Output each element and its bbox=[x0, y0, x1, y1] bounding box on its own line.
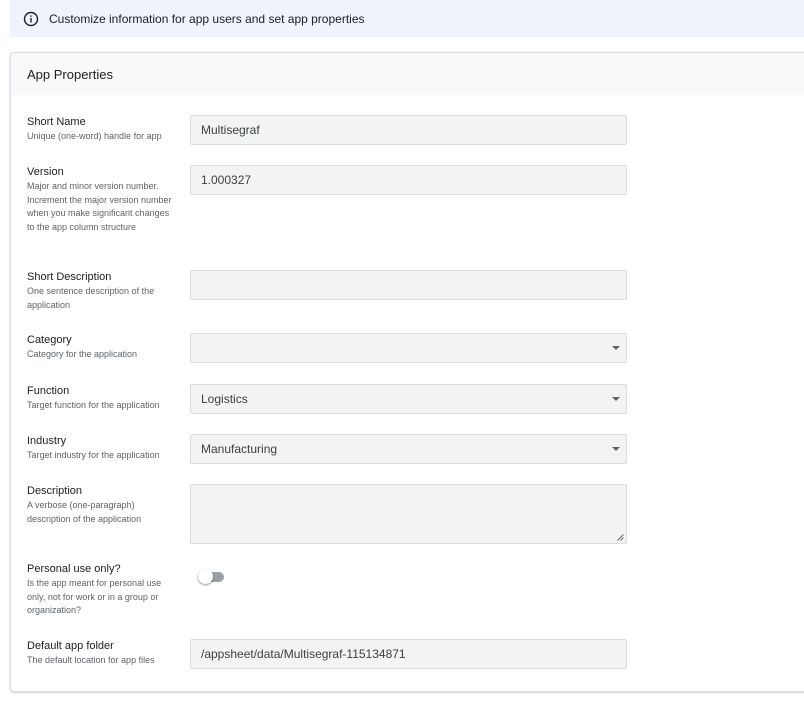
chevron-down-icon bbox=[612, 397, 620, 401]
version-label: Version bbox=[27, 166, 64, 178]
short-description-input[interactable] bbox=[190, 270, 627, 300]
category-description: Category for the application bbox=[27, 349, 138, 359]
info-banner: Customize information for app users and … bbox=[10, 0, 804, 37]
category-label: Category bbox=[27, 334, 72, 346]
personal-use-label: Personal use only? bbox=[27, 563, 121, 575]
personal-use-description: Is the app meant for personal use only, … bbox=[27, 578, 162, 615]
short-name-description: Unique (one-word) handle for app bbox=[27, 131, 162, 141]
personal-use-toggle[interactable] bbox=[198, 568, 226, 586]
app-properties-card: App Properties Short Name Unique (one-wo… bbox=[10, 52, 804, 692]
chevron-down-icon bbox=[612, 346, 620, 350]
description-description: A verbose (one-paragraph) description of… bbox=[27, 500, 142, 524]
card-title: App Properties bbox=[11, 53, 804, 95]
short-name-input[interactable]: Multisegraf bbox=[190, 115, 627, 145]
short-description-description: One sentence description of the applicat… bbox=[27, 286, 155, 310]
industry-select[interactable]: Manufacturing bbox=[190, 434, 627, 464]
toggle-thumb bbox=[198, 569, 213, 584]
function-value: Logistics bbox=[201, 392, 248, 406]
description-textarea[interactable] bbox=[190, 484, 627, 544]
industry-description: Target industry for the application bbox=[27, 450, 160, 460]
default-folder-description: The default location for app files bbox=[27, 655, 155, 665]
short-description-label: Short Description bbox=[27, 271, 112, 283]
resize-handle-icon[interactable] bbox=[617, 534, 624, 541]
function-label: Function bbox=[27, 385, 70, 397]
info-icon bbox=[23, 11, 39, 26]
industry-label: Industry bbox=[27, 435, 67, 447]
banner-text: Customize information for app users and … bbox=[49, 11, 365, 26]
function-select[interactable]: Logistics bbox=[190, 384, 627, 414]
version-input[interactable]: 1.000327 bbox=[190, 165, 627, 195]
version-description: Major and minor version number. Incremen… bbox=[27, 181, 172, 232]
default-folder-label: Default app folder bbox=[27, 640, 114, 652]
default-folder-input[interactable]: /appsheet/data/Multisegraf-115134871 bbox=[190, 639, 627, 669]
category-select[interactable] bbox=[190, 333, 627, 363]
short-name-label: Short Name bbox=[27, 116, 86, 128]
industry-value: Manufacturing bbox=[201, 442, 278, 456]
function-description: Target function for the application bbox=[27, 400, 160, 410]
chevron-down-icon bbox=[612, 447, 620, 451]
description-label: Description bbox=[27, 485, 83, 497]
